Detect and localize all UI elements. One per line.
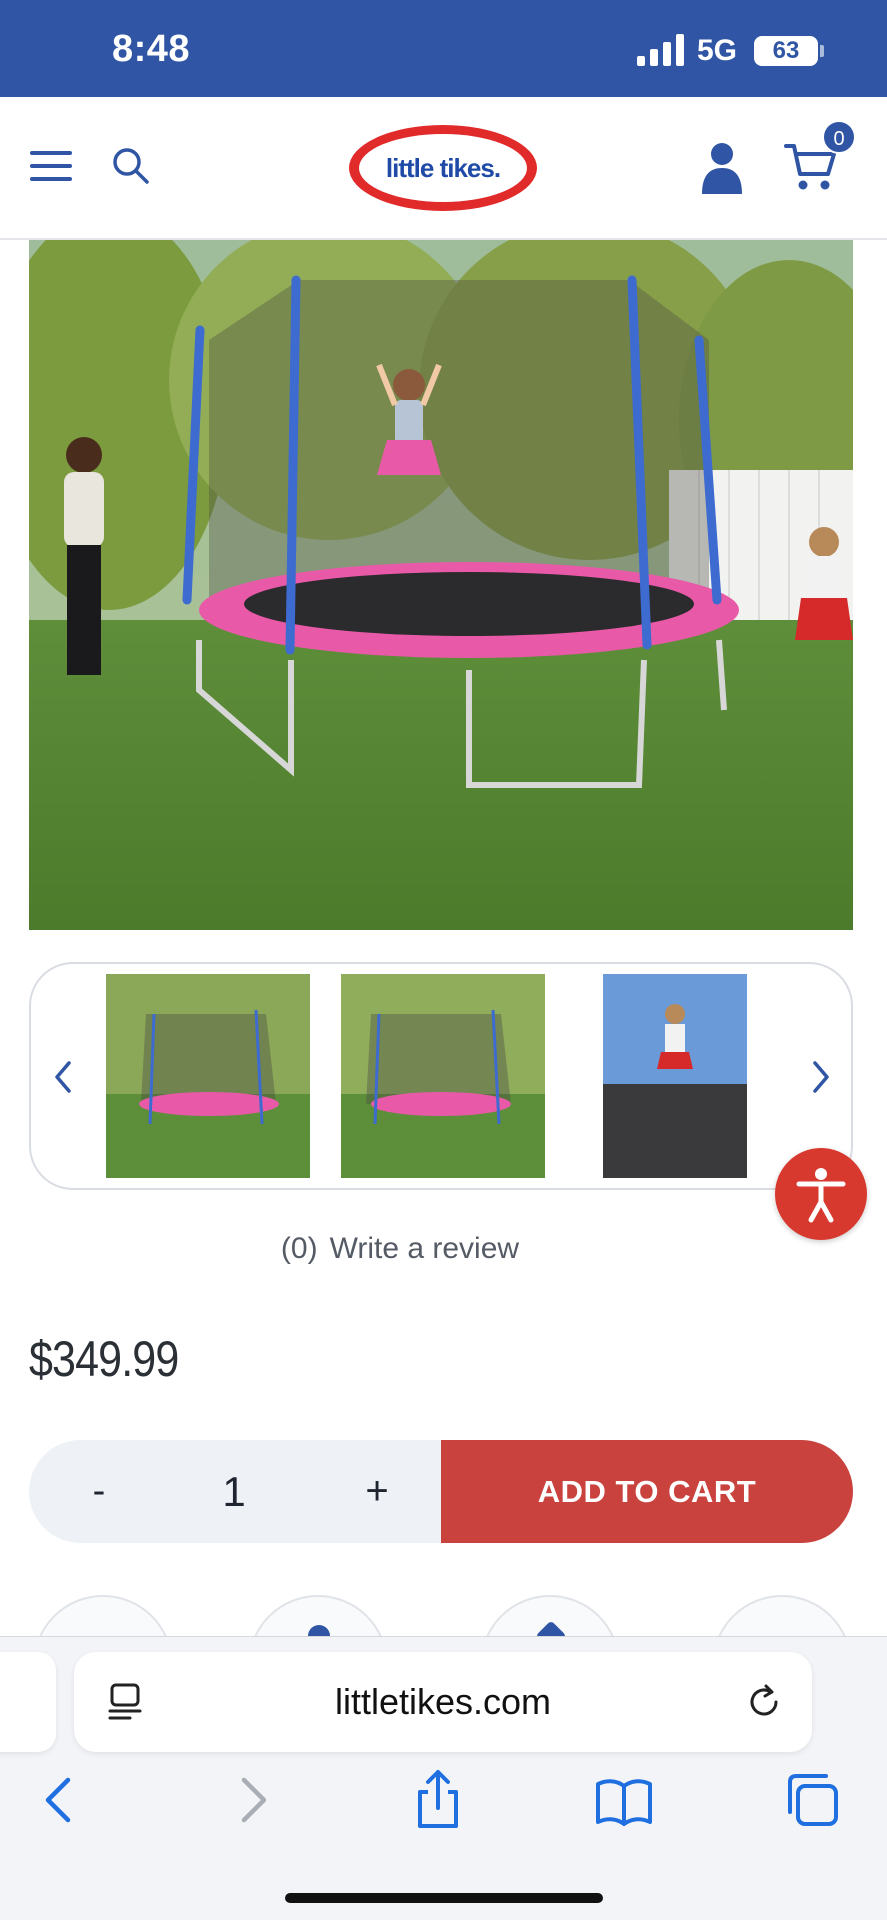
- bookmarks-icon[interactable]: [594, 1768, 654, 1832]
- thumbnail-1[interactable]: [106, 974, 310, 1178]
- address-bar[interactable]: littletikes.com: [74, 1652, 812, 1752]
- status-bar: 8:48 5G 63: [0, 0, 887, 97]
- chevron-left-icon[interactable]: [53, 1060, 73, 1094]
- accessibility-button[interactable]: [775, 1148, 867, 1240]
- product-price: $349.99: [29, 1331, 179, 1387]
- url-text: littletikes.com: [334, 1681, 552, 1722]
- tabs-icon[interactable]: [782, 1768, 842, 1832]
- logo-inner: little tikes.: [359, 134, 527, 202]
- quantity-value[interactable]: 1: [204, 1440, 264, 1543]
- home-indicator: [285, 1893, 603, 1903]
- menu-icon[interactable]: [30, 149, 72, 183]
- thumbnail-image: [603, 974, 747, 1178]
- product-main-image[interactable]: [29, 240, 853, 930]
- accessibility-icon: [796, 1168, 846, 1223]
- review-count: (0): [280, 1232, 318, 1265]
- brand-logo[interactable]: little tikes.: [349, 125, 537, 211]
- forward-icon[interactable]: [222, 1768, 282, 1832]
- trampoline-photo: [29, 240, 853, 930]
- signal-icon: [637, 34, 684, 66]
- network-type: 5G: [697, 34, 738, 67]
- battery-tip: [820, 45, 824, 57]
- battery-level: 63: [772, 37, 800, 64]
- battery-icon: 63: [754, 36, 818, 66]
- thumbnail-image: [341, 974, 545, 1178]
- site-header: little tikes. 0: [0, 97, 887, 240]
- reload-icon[interactable]: [744, 1682, 784, 1722]
- increase-quantity-button[interactable]: +: [347, 1440, 407, 1543]
- quantity-stepper: - 1 +: [29, 1440, 449, 1543]
- thumbnail-image: [106, 974, 310, 1178]
- write-review-link[interactable]: Write a review: [330, 1232, 520, 1265]
- cart-count-badge: 0: [822, 120, 856, 154]
- back-icon[interactable]: [30, 1768, 90, 1832]
- previous-tab-preview[interactable]: [0, 1652, 56, 1752]
- share-icon[interactable]: [408, 1768, 468, 1832]
- chevron-right-icon[interactable]: [811, 1060, 831, 1094]
- thumbnail-2[interactable]: [341, 974, 545, 1178]
- status-time: 8:48: [112, 28, 191, 70]
- thumbnail-3[interactable]: [603, 974, 747, 1178]
- search-icon[interactable]: [112, 147, 150, 185]
- decrease-quantity-button[interactable]: -: [69, 1440, 129, 1543]
- account-icon[interactable]: [700, 142, 744, 194]
- logo-text: little tikes.: [385, 152, 501, 183]
- add-to-cart-button[interactable]: ADD TO CART: [441, 1440, 853, 1543]
- review-summary: (0) Write a review: [0, 1232, 800, 1266]
- thumbnail-carousel: [29, 962, 853, 1190]
